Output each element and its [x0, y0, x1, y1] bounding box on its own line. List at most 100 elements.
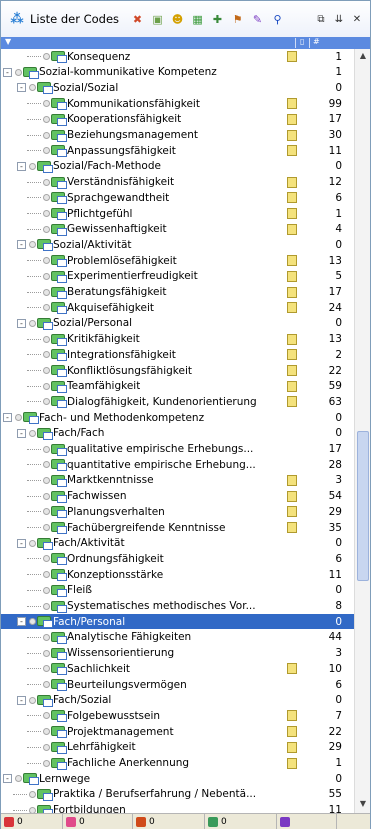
- tree-row[interactable]: Konsequenz 1: [1, 49, 354, 64]
- code-memo-icon[interactable]: [287, 270, 297, 282]
- code-memo-icon[interactable]: [287, 522, 297, 533]
- close-button[interactable]: ✕: [350, 12, 364, 26]
- code-activation-icon[interactable]: [43, 131, 50, 139]
- tree-row[interactable]: Systematisches methodisches Vor... 8: [1, 599, 354, 614]
- code-activation-icon[interactable]: [29, 162, 36, 170]
- tree-row[interactable]: Pflichtgefühl 1: [1, 206, 354, 221]
- code-activation-icon[interactable]: [43, 445, 50, 453]
- code-memo-icon[interactable]: [287, 757, 297, 769]
- code-activation-icon[interactable]: [43, 759, 50, 767]
- tree-row[interactable]: Beurteilungsvermögen 6: [1, 677, 354, 692]
- tree-row[interactable]: quantitative empirische Erhebung... 28: [1, 457, 354, 472]
- code-memo-icon[interactable]: [287, 208, 297, 219]
- code-activation-icon[interactable]: [43, 743, 50, 751]
- tree-row[interactable]: Fleiß 0: [1, 583, 354, 598]
- code-activation-icon[interactable]: [43, 508, 50, 516]
- tree-row[interactable]: qualitative empirische Erhebungs... 17: [1, 442, 354, 457]
- tree-row[interactable]: Ordnungsfähigkeit 6: [1, 551, 354, 566]
- collapse-toggle-icon[interactable]: -: [17, 240, 26, 250]
- code-activation-icon[interactable]: [43, 351, 50, 359]
- tree-row[interactable]: - Fach/Aktivität 0: [1, 536, 354, 551]
- code-activation-icon[interactable]: [43, 476, 50, 484]
- tree-row[interactable]: Problemlösefähigkeit 13: [1, 253, 354, 268]
- code-activation-icon[interactable]: [43, 681, 50, 688]
- tree-row[interactable]: Gewissenhaftigkeit 4: [1, 222, 354, 237]
- tree-row[interactable]: Analytische Fähigkeiten 44: [1, 630, 354, 645]
- code-activation-icon[interactable]: [43, 633, 50, 641]
- status-links[interactable]: 0: [133, 813, 205, 829]
- scroll-down-icon[interactable]: ▼: [357, 799, 369, 811]
- code-activation-icon[interactable]: [43, 288, 50, 296]
- code-memo-icon[interactable]: [287, 192, 297, 204]
- emoticon-icon[interactable]: ☻: [169, 11, 186, 28]
- count-column-header[interactable]: #: [313, 37, 320, 46]
- scroll-thumb[interactable]: [357, 431, 369, 581]
- code-memo-icon[interactable]: [287, 365, 297, 376]
- collapse-toggle-icon[interactable]: -: [17, 538, 26, 548]
- code-activation-icon[interactable]: [29, 539, 36, 547]
- tree-row[interactable]: - Fach- und Methodenkompetenz 0: [1, 410, 354, 425]
- tree-row[interactable]: Kritikfähigkeit 13: [1, 332, 354, 347]
- code-memo-icon[interactable]: [287, 113, 297, 125]
- collapse-toggle-icon[interactable]: -: [17, 428, 26, 438]
- code-activation-icon[interactable]: [43, 115, 50, 123]
- tree-row[interactable]: Beratungsfähigkeit 17: [1, 285, 354, 300]
- code-activation-icon[interactable]: [43, 147, 50, 155]
- status-documents[interactable]: 0: [1, 813, 63, 829]
- tree-row[interactable]: Praktika / Berufserfahrung / Nebentä... 5…: [1, 787, 354, 802]
- code-memo-icon[interactable]: [287, 710, 297, 722]
- code-memo-icon[interactable]: [287, 98, 297, 110]
- code-activation-icon[interactable]: [43, 257, 50, 265]
- code-memo-icon[interactable]: [287, 302, 297, 314]
- collapse-toggle-icon[interactable]: -: [17, 83, 26, 93]
- tree-row[interactable]: Fachwissen 54: [1, 489, 354, 504]
- code-activation-icon[interactable]: [29, 790, 36, 798]
- code-memo-icon[interactable]: [287, 51, 297, 62]
- pin-button[interactable]: ⇊: [332, 12, 346, 26]
- code-activation-icon[interactable]: [43, 382, 50, 390]
- tree-row[interactable]: Experimentierfreudigkeit 5: [1, 269, 354, 284]
- tree-row[interactable]: Beziehungsmanagement 30: [1, 128, 354, 143]
- tree-row[interactable]: Anpassungsfähigkeit 11: [1, 143, 354, 158]
- code-memo-icon[interactable]: [287, 176, 297, 188]
- tree-row[interactable]: Fachübergreifende Kenntnisse 35: [1, 520, 354, 535]
- code-activation-icon[interactable]: [29, 241, 36, 249]
- code-memo-icon[interactable]: [287, 286, 297, 298]
- code-activation-icon[interactable]: [43, 665, 50, 673]
- search-icon[interactable]: ⚲: [269, 11, 286, 28]
- scroll-up-icon[interactable]: ▲: [357, 51, 369, 63]
- tree-row[interactable]: Sprachgewandtheit 6: [1, 190, 354, 205]
- tree-column-header[interactable]: ▼: [5, 37, 11, 46]
- undock-button[interactable]: ⧉: [314, 12, 328, 26]
- tree-row[interactable]: - Sozial-kommunikative Kompetenz 1: [1, 65, 354, 80]
- paint-icon[interactable]: ✎: [249, 11, 266, 28]
- collapse-toggle-icon[interactable]: -: [17, 617, 26, 627]
- code-color-icon[interactable]: ▦: [189, 11, 206, 28]
- code-activation-icon[interactable]: [43, 178, 50, 186]
- tree-row[interactable]: Akquisefähigkeit 24: [1, 300, 354, 315]
- code-sets-icon[interactable]: ⚑: [229, 11, 246, 28]
- tree-row[interactable]: Kommunikationsfähigkeit 99: [1, 96, 354, 111]
- code-activation-icon[interactable]: [43, 728, 50, 736]
- tree-row[interactable]: Marktkenntnisse 3: [1, 473, 354, 488]
- tree-row[interactable]: - Sozial/Aktivität 0: [1, 237, 354, 252]
- tree-row[interactable]: Konfliktlösungsfähigkeit 22: [1, 363, 354, 378]
- tree-row[interactable]: - Fach/Sozial 0: [1, 693, 354, 708]
- code-activation-icon[interactable]: [43, 524, 50, 531]
- code-memo-icon[interactable]: [287, 726, 297, 738]
- memo-column-header[interactable]: ▯: [300, 37, 304, 46]
- code-activation-icon[interactable]: [15, 775, 22, 783]
- collapse-toggle-icon[interactable]: -: [17, 695, 26, 705]
- code-memo-icon[interactable]: [287, 663, 297, 675]
- code-activation-icon[interactable]: [29, 618, 36, 626]
- code-activation-icon[interactable]: [43, 712, 50, 720]
- code-activation-icon[interactable]: [29, 429, 36, 437]
- code-activation-icon[interactable]: [43, 461, 50, 469]
- tree-row[interactable]: - Sozial/Fach-Methode 0: [1, 159, 354, 174]
- code-activation-icon[interactable]: [43, 210, 50, 217]
- code-activation-icon[interactable]: [43, 304, 50, 312]
- tree-row[interactable]: Projektmanagement 22: [1, 724, 354, 739]
- code-memo-icon[interactable]: [287, 129, 297, 141]
- collapse-toggle-icon[interactable]: -: [3, 413, 12, 423]
- code-activation-icon[interactable]: [43, 398, 50, 406]
